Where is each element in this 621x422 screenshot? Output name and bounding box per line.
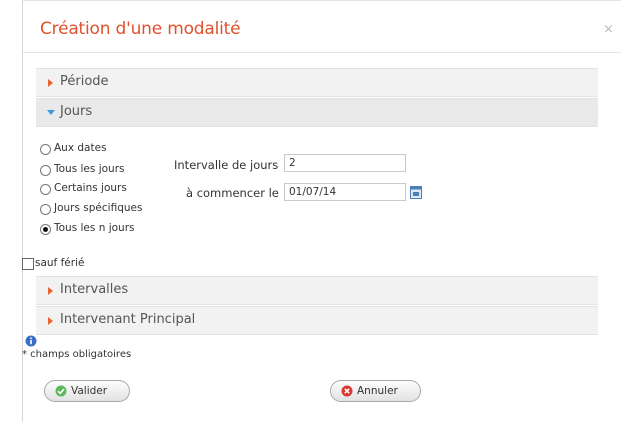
radio-label: Aux dates bbox=[54, 142, 107, 154]
required-fields-note: * champs obligatoires bbox=[22, 349, 132, 360]
radio-label: Tous les jours bbox=[54, 163, 125, 175]
radio-label: Tous les n jours bbox=[54, 222, 135, 234]
holiday-label: sauf férié bbox=[35, 257, 85, 269]
accordion-intervalles[interactable]: Intervalles bbox=[36, 276, 598, 305]
check-circle-icon bbox=[55, 385, 67, 397]
cancel-label: Annuler bbox=[357, 385, 398, 397]
start-date-input[interactable] bbox=[284, 183, 406, 201]
title-divider bbox=[23, 52, 621, 53]
radio-button[interactable] bbox=[40, 165, 51, 176]
radio-button[interactable] bbox=[40, 144, 51, 155]
interval-input[interactable] bbox=[284, 154, 406, 172]
dialog-title: Création d'une modalité bbox=[40, 19, 241, 39]
interval-label: Intervalle de jours bbox=[174, 158, 279, 172]
close-icon[interactable]: × bbox=[603, 22, 614, 37]
x-circle-icon bbox=[341, 385, 353, 397]
accordion-jours[interactable]: Jours bbox=[36, 98, 598, 127]
validate-label: Valider bbox=[71, 385, 108, 397]
accordion-periode[interactable]: Période bbox=[36, 68, 598, 97]
collapsed-triangle-icon bbox=[48, 287, 53, 295]
radio-button-selected[interactable] bbox=[40, 224, 51, 235]
start-date-label: à commencer le bbox=[186, 186, 279, 200]
collapsed-triangle-icon bbox=[48, 317, 53, 325]
collapsed-triangle-icon bbox=[48, 79, 53, 87]
calendar-icon[interactable] bbox=[410, 185, 422, 199]
accordion-intervenant-label: Intervenant Principal bbox=[60, 312, 196, 327]
expanded-triangle-icon bbox=[47, 110, 55, 115]
radio-label: Jours spécifiques bbox=[54, 202, 143, 214]
holiday-checkbox[interactable] bbox=[22, 258, 34, 270]
accordion-periode-label: Période bbox=[60, 74, 109, 89]
accordion-intervalles-label: Intervalles bbox=[60, 282, 129, 297]
validate-button[interactable]: Valider bbox=[44, 380, 130, 402]
accordion-intervenant[interactable]: Intervenant Principal bbox=[36, 306, 598, 335]
cancel-button[interactable]: Annuler bbox=[330, 380, 421, 402]
radio-label: Certains jours bbox=[54, 182, 127, 194]
accordion-jours-label: Jours bbox=[60, 104, 93, 119]
radio-button[interactable] bbox=[40, 204, 51, 215]
info-icon bbox=[25, 335, 37, 347]
radio-button[interactable] bbox=[40, 184, 51, 195]
